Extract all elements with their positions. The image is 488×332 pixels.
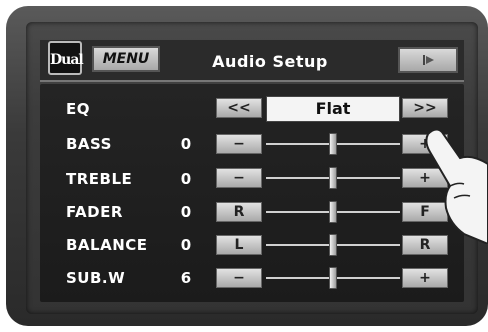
bass-decrease-button[interactable]: − xyxy=(216,134,262,154)
treble-decrease-button[interactable]: − xyxy=(216,168,262,188)
menu-button[interactable]: MENU xyxy=(92,46,160,72)
subwoofer-increase-button[interactable]: + xyxy=(402,268,448,288)
eq-prev-button[interactable]: << xyxy=(216,98,262,118)
brand-logo: Dual xyxy=(48,41,84,75)
eq-next-button[interactable]: >> xyxy=(402,98,448,118)
treble-value: 0 xyxy=(180,170,192,188)
subwoofer-decrease-button[interactable]: − xyxy=(216,268,262,288)
balance-value: 0 xyxy=(180,236,192,254)
subwoofer-slider-knob[interactable] xyxy=(329,267,337,289)
page-title: Audio Setup xyxy=(212,52,328,71)
treble-label: TREBLE xyxy=(66,170,133,188)
balance-label: BALANCE xyxy=(66,236,148,254)
treble-slider-knob[interactable] xyxy=(329,167,337,189)
bass-slider-knob[interactable] xyxy=(329,133,337,155)
bass-value: 0 xyxy=(180,135,192,153)
back-icon xyxy=(423,55,434,65)
balance-slider-knob[interactable] xyxy=(329,234,337,256)
fader-value: 0 xyxy=(180,203,192,221)
bass-label: BASS xyxy=(66,135,112,153)
eq-preset-display: Flat xyxy=(266,96,400,122)
eq-label: EQ xyxy=(66,100,90,118)
subwoofer-value: 6 xyxy=(180,269,192,287)
pointing-hand-icon xyxy=(425,128,488,244)
subwoofer-label: SUB.W xyxy=(66,269,126,287)
back-button[interactable] xyxy=(398,47,458,73)
balance-left-button[interactable]: L xyxy=(216,235,262,255)
fader-rear-button[interactable]: R xyxy=(216,202,262,222)
fader-slider-knob[interactable] xyxy=(329,201,337,223)
fader-label: FADER xyxy=(66,203,123,221)
